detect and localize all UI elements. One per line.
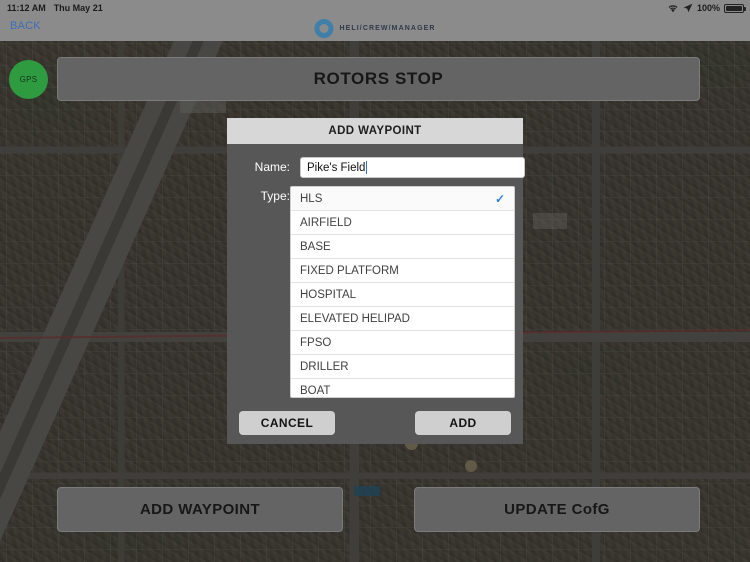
ring-logo-icon bbox=[314, 19, 334, 38]
dialog-actions: CANCEL ADD bbox=[227, 411, 523, 435]
status-bar-left: 11:12 AM Thu May 21 bbox=[7, 0, 103, 16]
add-button[interactable]: ADD bbox=[415, 411, 511, 435]
cancel-button[interactable]: CANCEL bbox=[239, 411, 335, 435]
brand-text: HELI/CREW/MANAGER bbox=[339, 25, 436, 32]
option-label: HOSPITAL bbox=[300, 288, 357, 301]
name-input-value: Pike's Field bbox=[307, 161, 366, 174]
list-item[interactable]: AIRFIELD bbox=[291, 211, 514, 235]
status-date: Thu May 21 bbox=[53, 3, 103, 13]
check-icon: ✓ bbox=[494, 191, 505, 206]
option-label: DRILLER bbox=[300, 360, 349, 373]
status-bar-right: 100% bbox=[667, 0, 746, 16]
update-cofg-button[interactable]: UPDATE CofG bbox=[414, 487, 700, 532]
location-arrow-icon bbox=[683, 3, 693, 13]
add-waypoint-dialog: ADD WAYPOINT Name: Pike's Field Type: HL… bbox=[227, 118, 525, 444]
gps-status-badge[interactable]: GPS bbox=[9, 60, 48, 99]
brand: HELI/CREW/MANAGER bbox=[314, 19, 435, 38]
dialog-title: ADD WAYPOINT bbox=[227, 118, 523, 144]
battery-full-icon bbox=[724, 3, 746, 13]
option-label: FIXED PLATFORM bbox=[300, 264, 399, 277]
list-item[interactable]: BASE bbox=[291, 235, 514, 259]
list-item[interactable]: BOAT bbox=[291, 379, 514, 397]
rotors-status-button[interactable]: ROTORS STOP bbox=[57, 57, 700, 101]
option-label: HLS bbox=[300, 192, 323, 205]
option-label: BASE bbox=[300, 240, 331, 253]
name-input[interactable]: Pike's Field bbox=[300, 157, 525, 178]
option-label: AIRFIELD bbox=[300, 216, 352, 229]
option-label: FPSO bbox=[300, 336, 332, 349]
add-waypoint-button[interactable]: ADD WAYPOINT bbox=[57, 487, 343, 532]
nav-bar: BACK HELI/CREW/MANAGER bbox=[0, 16, 750, 41]
list-item[interactable]: FPSO bbox=[291, 331, 514, 355]
name-label: Name: bbox=[254, 160, 290, 174]
list-item[interactable]: HLS ✓ bbox=[291, 187, 514, 211]
list-item[interactable]: DRILLER bbox=[291, 355, 514, 379]
back-button[interactable]: BACK bbox=[10, 20, 41, 32]
option-label: ELEVATED HELIPAD bbox=[300, 312, 410, 325]
text-caret bbox=[366, 161, 368, 174]
option-label: BOAT bbox=[300, 384, 331, 397]
battery-percent: 100% bbox=[696, 3, 720, 13]
wifi-icon bbox=[668, 4, 678, 12]
status-bar: 11:12 AM Thu May 21 100% bbox=[0, 0, 750, 16]
list-item[interactable]: HOSPITAL bbox=[291, 283, 514, 307]
type-dropdown-list[interactable]: HLS ✓ AIRFIELD BASE FIXED PLATFORM HOSPI… bbox=[290, 186, 515, 398]
app-root: 11:12 AM Thu May 21 100% BACK HELI/CREW/… bbox=[0, 0, 750, 562]
list-item[interactable]: ELEVATED HELIPAD bbox=[291, 307, 514, 331]
name-field-row: Name: Pike's Field bbox=[239, 157, 525, 178]
status-time: 11:12 AM bbox=[7, 3, 46, 13]
list-item[interactable]: FIXED PLATFORM bbox=[291, 259, 514, 283]
